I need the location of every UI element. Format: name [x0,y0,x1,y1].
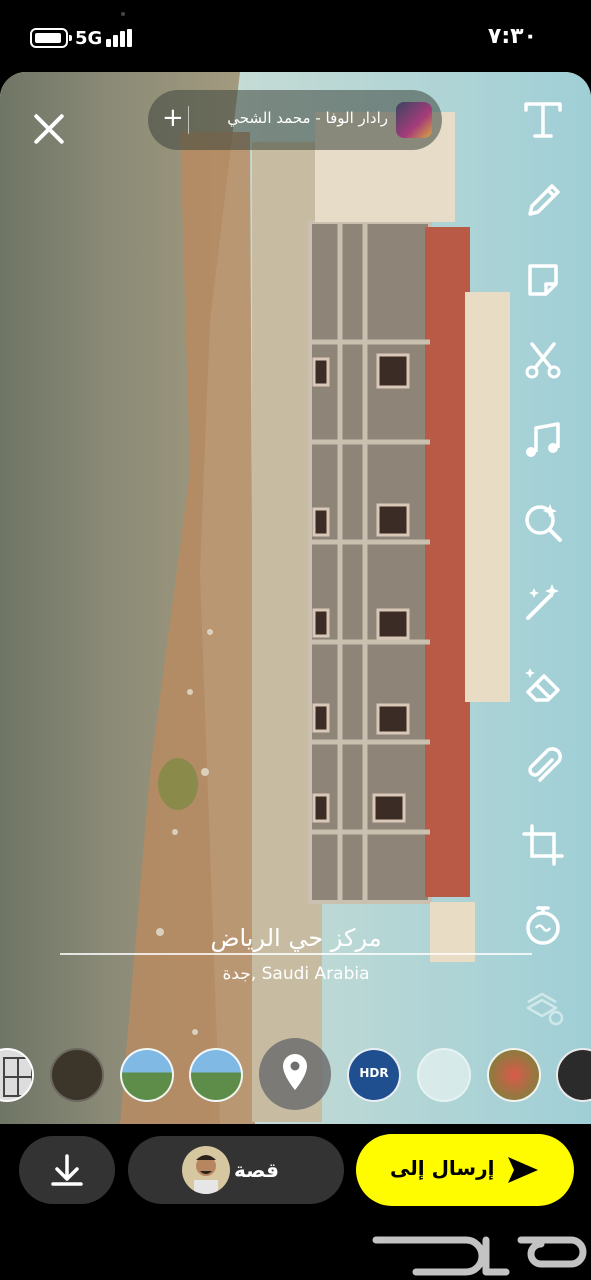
caption-title[interactable]: مركز حي الرياض [60,924,532,952]
close-icon[interactable] [26,106,72,152]
lens-landscape-2[interactable] [189,1048,243,1102]
send-to-label: إرسال إلى [390,1156,495,1180]
send-arrow-icon [508,1157,538,1183]
clock: ٧:٣٠ [487,24,537,49]
music-sticker[interactable]: + رادار الوفا - محمد الشحي [148,90,442,150]
location-lens-button[interactable] [259,1038,331,1110]
download-icon [51,1154,83,1186]
scissors-icon[interactable] [520,338,566,384]
caption-location: جدة, Saudi Arabia [222,964,370,984]
magic-wand-icon[interactable] [520,578,566,624]
snap-photo: + رادار الوفا - محمد الشحي مركز حي الريا… [0,72,591,1124]
sticker-icon[interactable] [520,258,566,304]
lens-hdr[interactable]: HDR [347,1048,401,1102]
bottom-bar: قصة إرسال إلى [0,1124,591,1280]
add-music-button[interactable]: + [162,104,184,132]
music-divider [188,106,189,134]
story-label: قصة [234,1158,279,1182]
lens-dark[interactable] [50,1048,104,1102]
lens-landscape-1[interactable] [120,1048,174,1102]
text-icon[interactable] [520,96,566,142]
avatar [182,1146,230,1194]
network-type: 5G [75,28,103,49]
paperclip-icon[interactable] [520,742,566,788]
music-note-icon[interactable] [520,418,566,464]
album-art [396,102,432,138]
eraser-icon[interactable] [520,662,566,708]
story-button[interactable]: قصة [128,1136,344,1204]
more-tools-icon[interactable] [520,982,566,1028]
crop-icon[interactable] [520,822,566,868]
pencil-icon[interactable] [520,178,566,224]
lens-food[interactable] [487,1048,541,1102]
caption-divider [60,953,532,955]
battery-icon [30,28,72,48]
status-bar: 5G ٧:٣٠ [0,0,591,72]
hdr-label: HDR [359,1066,389,1080]
haraj-watermark-logo [372,1236,587,1276]
snap-preview-screen: 5G ٧:٣٠ + رادار الوفا - محمد الشحي مركز … [0,0,591,1280]
send-to-button[interactable]: إرسال إلى [356,1134,574,1206]
lens-search-icon[interactable] [520,498,566,544]
save-button[interactable] [19,1136,115,1204]
music-title: رادار الوفا - محمد الشحي [227,109,388,127]
location-pin-icon [283,1054,307,1090]
signal-bars-icon [106,29,134,47]
camera-dot [121,12,125,16]
lens-faded[interactable] [417,1048,471,1102]
